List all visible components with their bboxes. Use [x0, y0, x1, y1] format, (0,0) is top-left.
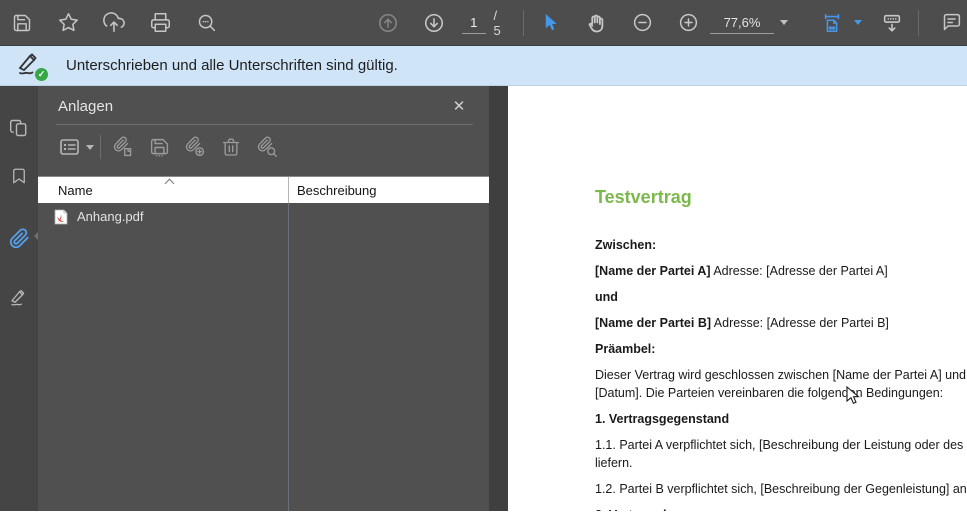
chevron-down-icon	[780, 20, 788, 25]
chevron-down-icon[interactable]	[86, 145, 94, 150]
column-header-beschreibung[interactable]: Beschreibung	[288, 177, 489, 203]
document-page: Testvertrag Zwischen: [Name der Partei A…	[508, 86, 967, 511]
page-up-icon[interactable]	[372, 7, 404, 39]
page-fit-width-icon[interactable]	[816, 7, 848, 39]
open-attachment-icon[interactable]	[109, 134, 137, 160]
options-menu-icon[interactable]	[56, 134, 84, 160]
navigation-rail	[0, 86, 38, 511]
doc-paragraph: 1.2. Partei B verpflichtet sich, [Beschr…	[595, 480, 967, 498]
column-header-name[interactable]: Name	[38, 183, 288, 198]
search-icon[interactable]	[190, 7, 222, 39]
attachments-list: Anhang.pdf	[38, 203, 489, 511]
print-icon[interactable]	[144, 7, 176, 39]
doc-paragraph: Präambel:	[595, 340, 967, 358]
close-icon[interactable]: ✕	[449, 97, 469, 115]
save-attachment-icon[interactable]	[145, 134, 173, 160]
doc-paragraph: Dieser Vertrag wird geschlossen zwischen…	[595, 366, 967, 384]
delete-attachment-icon[interactable]	[217, 134, 245, 160]
signature-status-bar: ✓ Unterschrieben und alle Unterschriften…	[0, 46, 967, 86]
select-tool-icon[interactable]	[534, 7, 566, 39]
signatures-icon[interactable]	[0, 278, 38, 318]
attachments-panel: Anlagen ✕	[38, 86, 489, 511]
column-divider	[288, 203, 289, 511]
add-attachment-icon[interactable]	[181, 134, 209, 160]
attachments-toolbar	[38, 125, 489, 170]
attachments-icon[interactable]	[0, 218, 38, 258]
check-circle-icon: ✓	[35, 68, 48, 81]
bookmarks-icon[interactable]	[0, 156, 38, 196]
attachment-row[interactable]: Anhang.pdf	[38, 203, 489, 230]
cloud-upload-icon[interactable]	[98, 7, 130, 39]
document-body: Testvertrag Zwischen: [Name der Partei A…	[508, 86, 967, 511]
zoom-in-icon[interactable]	[672, 7, 704, 39]
doc-paragraph: 2. Vertragsdauer	[595, 506, 967, 511]
zoom-level-value[interactable]: 77,6%	[710, 12, 774, 34]
toolbar-divider	[100, 135, 101, 159]
pdf-file-icon	[54, 209, 68, 225]
page-total-label: / 5	[494, 8, 503, 38]
toolbar-divider	[918, 10, 919, 36]
doc-paragraph: liefern.	[595, 454, 967, 472]
signature-status-message: Unterschrieben und alle Unterschriften s…	[66, 57, 398, 74]
hide-toolbar-icon[interactable]	[876, 7, 908, 39]
chevron-down-icon[interactable]	[854, 20, 862, 25]
zoom-level-select[interactable]: 77,6%	[710, 12, 788, 34]
page-thumbnails-icon[interactable]	[0, 108, 38, 148]
zoom-out-icon[interactable]	[626, 7, 658, 39]
doc-paragraph: und	[595, 288, 967, 306]
page-number-input[interactable]: 1	[462, 11, 486, 34]
hand-tool-icon[interactable]	[580, 7, 612, 39]
panel-splitter[interactable]	[489, 86, 508, 511]
doc-paragraph: [Name der Partei A] Adresse: [Adresse de…	[595, 262, 967, 280]
doc-paragraph: Zwischen:	[595, 236, 967, 254]
panel-title: Anlagen	[58, 98, 113, 115]
doc-paragraph: [Name der Partei B] Adresse: [Adresse de…	[595, 314, 967, 332]
signature-valid-icon: ✓	[16, 53, 46, 79]
attachment-file-name: Anhang.pdf	[77, 209, 144, 224]
doc-paragraph: [Datum]. Die Parteien vereinbaren die fo…	[595, 384, 967, 402]
page-down-icon[interactable]	[418, 7, 450, 39]
attachments-panel-header: Anlagen ✕	[38, 86, 489, 124]
main-toolbar: 1 / 5 77,6%	[0, 0, 967, 46]
doc-paragraph: 1.1. Partei A verpflichtet sich, [Beschr…	[595, 436, 967, 454]
toolbar-divider	[523, 10, 524, 36]
comment-icon[interactable]	[935, 7, 967, 39]
search-attachments-icon[interactable]	[253, 134, 281, 160]
attachments-table: Name Beschreibung Anhang.pdf	[38, 176, 489, 511]
document-title: Testvertrag	[595, 186, 967, 208]
content-area: Anlagen ✕	[0, 86, 967, 511]
save-icon[interactable]	[6, 7, 38, 39]
star-favorite-icon[interactable]	[52, 7, 84, 39]
doc-paragraph: 1. Vertragsgegenstand	[595, 410, 967, 428]
attachments-table-header: Name Beschreibung	[38, 176, 489, 203]
acrobat-reader-window: 1 / 5 77,6%	[0, 0, 967, 512]
